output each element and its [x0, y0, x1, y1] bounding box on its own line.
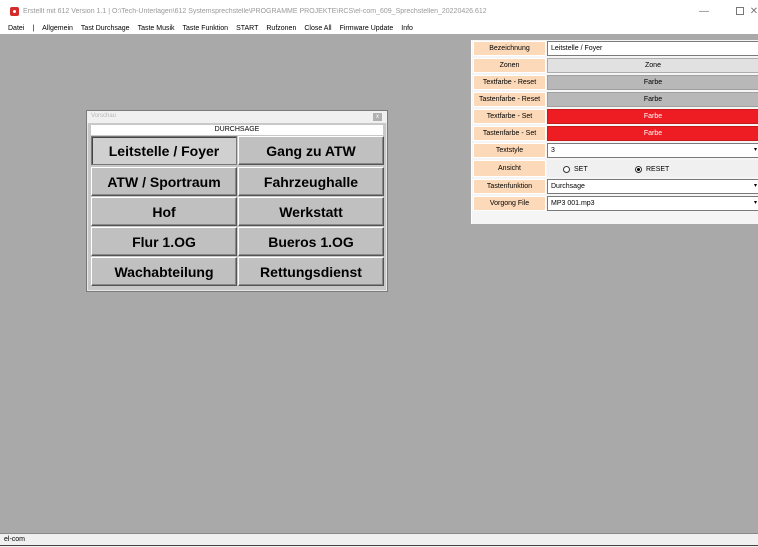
zone-button-werkstatt[interactable]: Werkstatt — [238, 197, 384, 226]
textfarbe-reset-button[interactable]: Farbe — [547, 75, 758, 90]
menu-close-all[interactable]: Close All — [304, 25, 331, 32]
status-text: el-com — [4, 536, 26, 543]
zone-button-leitstelle-foyer[interactable]: Leitstelle / Foyer — [91, 136, 237, 165]
zone-button-fahrzeughalle[interactable]: Fahrzeughalle — [238, 167, 384, 196]
prop-row-zonen: Zonen Zone — [472, 57, 758, 74]
preview-header: DURCHSAGE — [91, 125, 383, 135]
menu-bar: Datei | Allgemein Tast Durchsage Taste M… — [0, 22, 758, 34]
prop-label: Bezeichnung — [473, 41, 546, 56]
preview-titlebar[interactable]: Vorschau x — [87, 111, 387, 123]
prop-row-tastenfarbe-set: Tastenfarbe - Set Farbe — [472, 125, 758, 142]
menu-taste-funktion[interactable]: Taste Funktion — [183, 25, 229, 32]
prop-label: Textfarbe - Set — [473, 109, 546, 124]
prop-label: Tastenfarbe - Reset — [473, 92, 546, 107]
zone-button-wachabteilung[interactable]: Wachabteilung — [91, 257, 237, 286]
title-bar: Erstellt mit 612 Version 1.1 | O:\Tech-U… — [0, 0, 758, 22]
status-divider — [0, 545, 758, 546]
tastenfarbe-reset-button[interactable]: Farbe — [547, 92, 758, 107]
dropdown-arrow-icon: ▾ — [754, 200, 758, 206]
prop-row-textstyle: Textstyle 3 ▾ — [472, 142, 758, 159]
minimize-button[interactable]: — — [684, 0, 724, 22]
menu-firmware-update[interactable]: Firmware Update — [340, 25, 394, 32]
textfarbe-set-button[interactable]: Farbe — [547, 109, 758, 124]
menu-separator: | — [32, 24, 35, 32]
tastenfunktion-value: Durchsage — [551, 183, 585, 190]
radio-selected-icon — [635, 166, 642, 173]
dropdown-arrow-icon: ▾ — [754, 147, 758, 153]
textstyle-value: 3 — [551, 147, 555, 154]
properties-panel: Bezeichnung Leitstelle / Foyer Zonen Zon… — [471, 40, 758, 224]
preview-window: Vorschau x DURCHSAGE Leitstelle / Foyer … — [86, 110, 388, 292]
prop-label: Textstyle — [473, 143, 546, 158]
zone-button-bueros-1og[interactable]: Bueros 1.OG — [238, 227, 384, 256]
tastenfunktion-select[interactable]: Durchsage ▾ — [547, 179, 758, 194]
prop-label: Vorgong File — [473, 196, 546, 211]
prop-row-tastenfarbe-reset: Tastenfarbe - Reset Farbe — [472, 91, 758, 108]
prop-row-vorgong-file: Vorgong File MP3 001.mp3 ▾ — [472, 195, 758, 212]
menu-start[interactable]: START — [236, 25, 258, 32]
prop-row-ansicht: Ansicht SET RESET — [472, 159, 758, 178]
preview-title: Vorschau — [91, 113, 117, 119]
tastenfarbe-set-button[interactable]: Farbe — [547, 126, 758, 141]
zone-button-flur-1og[interactable]: Flur 1.OG — [91, 227, 237, 256]
ansicht-set-radio[interactable]: SET — [563, 163, 588, 176]
bezeichnung-input[interactable]: Leitstelle / Foyer — [547, 41, 758, 56]
zone-button-gang-zu-atw[interactable]: Gang zu ATW — [238, 136, 384, 165]
menu-info[interactable]: Info — [401, 25, 413, 32]
status-bar: el-com — [0, 533, 758, 547]
prop-label: Textfarbe - Reset — [473, 75, 546, 90]
prop-label: Zonen — [473, 58, 546, 73]
ansicht-reset-radio[interactable]: RESET — [635, 163, 669, 176]
window-title: Erstellt mit 612 Version 1.1 | O:\Tech-U… — [23, 7, 487, 15]
prop-row-bezeichnung: Bezeichnung Leitstelle / Foyer — [472, 40, 758, 57]
menu-tast-durchsage[interactable]: Tast Durchsage — [81, 25, 130, 32]
ansicht-radio-group: SET RESET — [547, 160, 758, 177]
ansicht-set-label: SET — [574, 166, 588, 173]
menu-datei[interactable]: Datei — [8, 25, 24, 32]
vorgong-file-select[interactable]: MP3 001.mp3 ▾ — [547, 196, 758, 211]
dropdown-arrow-icon: ▾ — [754, 183, 758, 189]
menu-taste-musik[interactable]: Taste Musik — [138, 25, 175, 32]
prop-row-textfarbe-set: Textfarbe - Set Farbe — [472, 108, 758, 125]
prop-row-tastenfunktion: Tastenfunktion Durchsage ▾ — [472, 178, 758, 195]
prop-label: Tastenfarbe - Set — [473, 126, 546, 141]
close-button[interactable]: ✕ — [744, 0, 758, 22]
ansicht-reset-label: RESET — [646, 166, 670, 173]
zone-button-rettungsdienst[interactable]: Rettungsdienst — [238, 257, 384, 286]
prop-label: Tastenfunktion — [473, 179, 546, 194]
zone-button-hof[interactable]: Hof — [91, 197, 237, 226]
radio-empty-icon — [563, 166, 570, 173]
prop-row-textfarbe-reset: Textfarbe - Reset Farbe — [472, 74, 758, 91]
preview-close-button[interactable]: x — [373, 113, 382, 121]
prop-label: Ansicht — [473, 160, 546, 177]
app-icon — [10, 6, 19, 16]
zone-button[interactable]: Zone — [547, 58, 758, 73]
menu-allgemein[interactable]: Allgemein — [42, 25, 73, 32]
zone-button-atw-sportraum[interactable]: ATW / Sportraum — [91, 167, 237, 196]
maximize-icon — [736, 7, 744, 15]
menu-rufzonen[interactable]: Rufzonen — [266, 25, 296, 32]
vorgong-file-value: MP3 001.mp3 — [551, 200, 595, 207]
textstyle-select[interactable]: 3 ▾ — [547, 143, 758, 158]
